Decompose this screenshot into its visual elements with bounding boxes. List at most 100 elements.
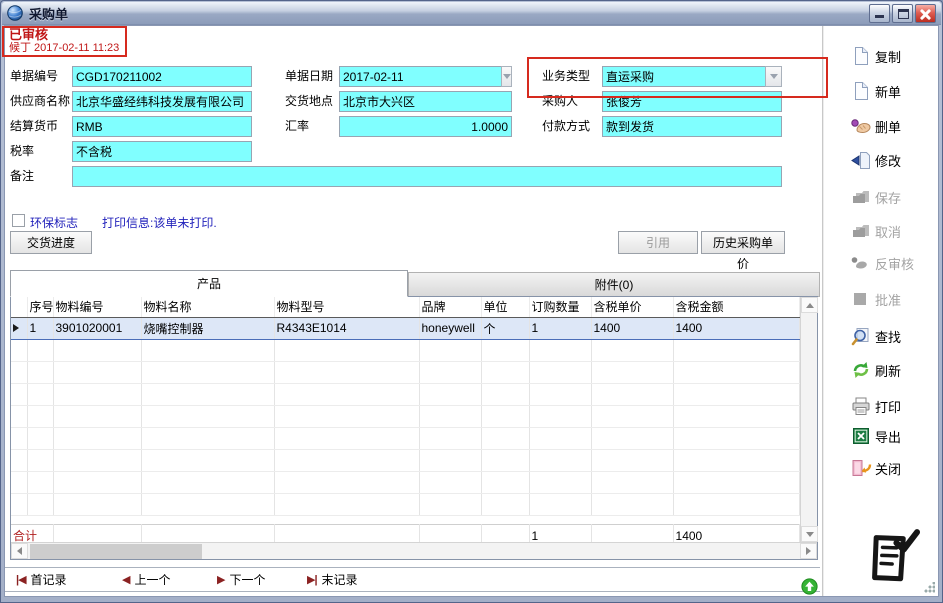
empty-row [11,449,800,471]
currency-field[interactable] [72,116,252,137]
reverse-audit-button[interactable]: 反审核 [850,251,914,275]
horizontal-scroll-thumb[interactable] [30,544,202,559]
minimize-icon [875,15,884,18]
eco-checkbox[interactable] [12,214,25,227]
supplier-field[interactable] [72,91,252,112]
cell-brand: honeywell [419,317,481,339]
table-header-row: 序号 物料编号 物料名称 物料型号 品牌 单位 订购数量 含税单价 含税金额 [11,297,800,317]
biz-type-dropdown[interactable] [602,66,782,87]
history-price-button[interactable]: 历史采购单价 [701,231,785,254]
delete-doc-button[interactable]: 删单 [850,114,901,138]
biz-type-label: 业务类型 [542,66,590,87]
search-icon [850,326,872,346]
doc-date-field[interactable] [339,66,501,87]
empty-row [11,427,800,449]
refresh-button[interactable]: 刷新 [850,358,901,382]
app-globe-icon [7,5,23,21]
copy-button[interactable]: 复制 [850,44,901,68]
biz-type-field[interactable] [602,66,765,87]
remark-field[interactable] [72,166,782,187]
row-indicator-cell [11,317,27,339]
approve-button[interactable]: 批准 [850,287,901,311]
chevron-down-icon [503,74,511,79]
main-content: 已审核 候丁 2017-02-11 11:23 单据编号 单据日期 业务类型 供… [4,25,939,597]
modify-button[interactable]: 修改 [850,148,901,172]
tax-field[interactable] [72,141,252,162]
cell-unit: 个 [481,317,529,339]
maximize-button[interactable] [892,4,913,23]
status-green-icon[interactable] [801,578,818,595]
new-doc-button[interactable]: 新单 [850,79,901,103]
resize-grip[interactable] [923,582,935,594]
biz-type-dropdown-button[interactable] [765,66,782,87]
delivery-progress-button[interactable]: 交货进度 [10,231,92,254]
col-amount: 含税金额 [673,297,800,317]
empty-row [11,361,800,383]
next-record-label: 下一个 [229,571,265,588]
tax-label: 税率 [10,141,34,162]
scroll-down-button[interactable] [801,526,818,542]
chevron-down-icon [770,74,778,79]
close-button[interactable] [915,4,936,23]
delete-hand-icon [850,116,872,136]
scroll-up-button[interactable] [801,297,818,313]
empty-row [11,383,800,405]
cell-code: 3901020001 [53,317,141,339]
maximize-icon [898,9,909,19]
col-model: 物料型号 [274,297,419,317]
supplier-label: 供应商名称 [10,91,70,112]
excel-export-icon [850,426,872,446]
minimize-button[interactable] [869,4,890,23]
first-record-icon: |◀ [16,573,26,586]
export-button[interactable]: 导出 [850,424,901,448]
col-unit: 单位 [481,297,529,317]
arrow-left-icon [17,547,22,555]
exchange-rate-label: 汇率 [285,116,309,137]
last-record-button[interactable]: ▶| 末记录 [307,571,358,588]
delivery-place-field[interactable] [339,91,512,112]
close-icon [916,5,935,22]
vertical-scrollbar[interactable] [800,297,817,542]
horizontal-scrollbar[interactable] [11,542,817,559]
tab-attachment[interactable]: 附件(0) [408,272,820,297]
next-record-button[interactable]: ▶ 下一个 [217,571,265,588]
audit-stamp: 已审核 候丁 2017-02-11 11:23 [6,28,119,55]
first-record-label: 首记录 [31,571,67,588]
previous-record-button[interactable]: ◀ 上一个 [122,571,170,588]
col-price: 含税单价 [591,297,673,317]
table-row[interactable]: 1 3901020001 烧嘴控制器 R4343E1014 honeywell … [11,317,800,339]
payment-field[interactable] [602,116,782,137]
doc-date-dropdown[interactable] [339,66,512,87]
purchase-order-window: 采购单 已审核 候丁 2017-02-11 11:23 单据编号 单据日期 业务… [0,0,943,603]
buyer-field[interactable] [602,91,782,112]
doc-date-dropdown-button[interactable] [501,66,512,87]
doc-no-label: 单据编号 [10,66,58,87]
product-grid: 序号 物料编号 物料名称 物料型号 品牌 单位 订购数量 含税单价 含税金额 [10,296,818,560]
close-form-button[interactable]: 关闭 [850,456,901,480]
save-icon [850,187,872,207]
buyer-label: 采购人 [542,91,578,112]
printer-icon [850,396,872,416]
find-button[interactable]: 查找 [850,324,901,348]
sidebar-divider [822,26,824,596]
exchange-rate-field[interactable] [339,116,512,137]
new-doc-icon [850,81,872,101]
row-indicator-header [11,297,27,317]
scroll-right-button[interactable] [800,543,817,559]
previous-record-label: 上一个 [134,571,170,588]
doc-no-field[interactable] [72,66,252,87]
payment-label: 付款方式 [542,116,590,137]
next-record-icon: ▶ [217,573,224,586]
record-navigation-bar: |◀ 首记录 ◀ 上一个 ▶ 下一个 ▶| 末记录 [5,567,820,592]
first-record-button[interactable]: |◀ 首记录 [16,571,67,588]
cancel-button[interactable]: 取消 [850,219,901,243]
tab-product[interactable]: 产品 [10,270,408,297]
edit-doc-icon [850,150,872,170]
print-button[interactable]: 打印 [850,394,901,418]
scroll-left-button[interactable] [11,543,28,559]
quote-button[interactable]: 引用 [618,231,698,254]
cell-name: 烧嘴控制器 [141,317,274,339]
save-button[interactable]: 保存 [850,185,901,209]
current-row-icon [13,324,19,332]
currency-label: 结算货币 [10,116,58,137]
